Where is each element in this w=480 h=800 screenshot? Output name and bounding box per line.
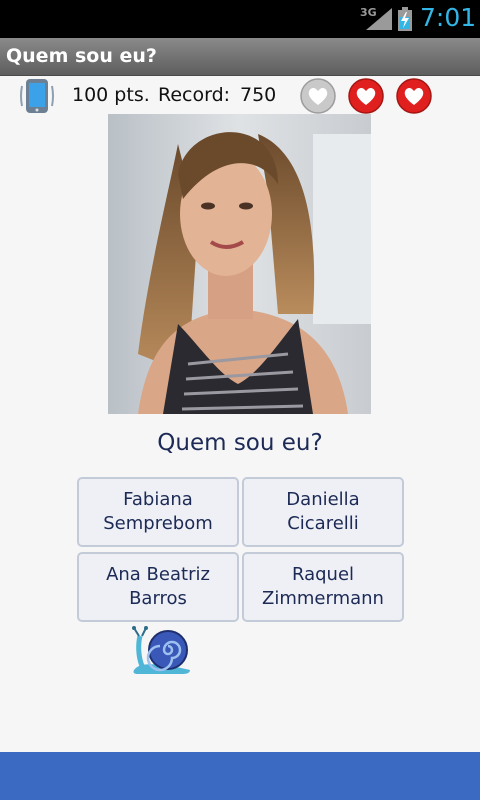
answer-button-4[interactable]: Raquel Zimmermann [242, 552, 404, 622]
record-value: 750 [240, 84, 277, 106]
app-title: Quem sou eu? [6, 45, 157, 67]
phone-icon[interactable] [20, 78, 54, 114]
question-text: Quem sou eu? [157, 430, 323, 456]
answer-button-1[interactable]: Fabiana Semprebom [77, 477, 239, 547]
heart-life-icon [348, 78, 384, 114]
answer-button-3[interactable]: Ana Beatriz Barros [77, 552, 239, 622]
heart-lost-icon [300, 78, 336, 114]
clock: 7:01 [420, 3, 477, 32]
snail-icon [132, 626, 190, 674]
footer-bar [0, 752, 480, 800]
status-bar: 3G 7:01 [0, 0, 480, 38]
record-label: Record: [158, 84, 231, 106]
heart-life-icon [396, 78, 432, 114]
answer-button-2[interactable]: Daniella Cicarelli [242, 477, 404, 547]
person-photo [108, 114, 371, 414]
battery-charging-icon [398, 7, 412, 31]
points-display: 100 pts. [72, 84, 150, 106]
signal-icon [366, 8, 392, 30]
app-title-bar: Quem sou eu? [0, 38, 480, 76]
